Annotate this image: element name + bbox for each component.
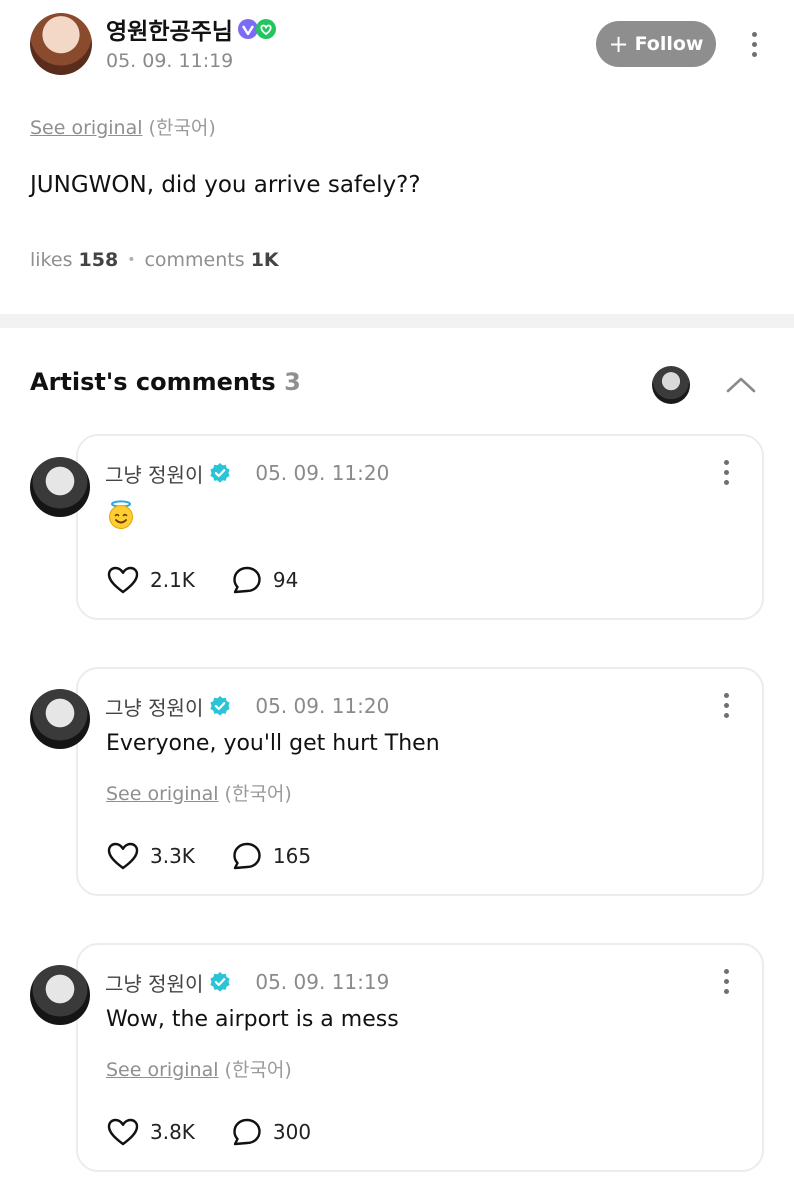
- comment-actions: 3.8K 300: [106, 1115, 311, 1149]
- post-author-name[interactable]: 영원한공주님: [106, 12, 233, 46]
- like-action[interactable]: 2.1K: [106, 565, 195, 595]
- separator-dot: •: [127, 252, 136, 268]
- post-author-row: 영원한공주님: [106, 12, 277, 46]
- heart-icon: [107, 566, 139, 594]
- comment-see-original-link[interactable]: See original: [106, 1059, 219, 1081]
- comments-count[interactable]: 1K: [251, 249, 279, 271]
- comment-header: 그냥 정원이 05. 09. 11:20: [105, 691, 389, 721]
- comment-original-language: (한국어): [224, 1059, 292, 1081]
- heart-icon: [107, 1118, 139, 1146]
- reply-action[interactable]: 165: [231, 841, 311, 871]
- comment-original-language: (한국어): [224, 783, 292, 805]
- comment-see-original-link[interactable]: See original: [106, 783, 219, 805]
- like-action[interactable]: 3.3K: [106, 841, 195, 871]
- membership-badges: [237, 18, 277, 40]
- artist-comments-count: 3: [284, 368, 301, 396]
- comment-text: Everyone, you'll get hurt Then: [106, 731, 440, 756]
- post-see-original-link[interactable]: See original: [30, 117, 143, 139]
- reply-count: 94: [272, 568, 299, 592]
- comment-header: 그냥 정원이 05. 09. 11:19: [105, 967, 389, 997]
- comment-actions: 3.3K 165: [106, 839, 311, 873]
- post-more-icon[interactable]: [742, 26, 766, 62]
- reply-action[interactable]: 94: [231, 565, 298, 595]
- post-body-text: JUNGWON, did you arrive safely??: [30, 172, 421, 198]
- reply-count: 300: [272, 1120, 312, 1144]
- artist-comments-title: Artist's comments 3: [30, 368, 301, 396]
- reply-action[interactable]: 300: [231, 1117, 311, 1147]
- comment-author-avatar[interactable]: [30, 689, 90, 749]
- comments-label: comments: [144, 249, 245, 271]
- artist-comments-label: Artist's comments: [30, 368, 276, 396]
- verified-icon: [210, 463, 230, 483]
- chevron-up-icon[interactable]: [724, 369, 758, 401]
- like-count: 2.1K: [150, 568, 195, 592]
- verified-icon: [210, 972, 230, 992]
- like-action[interactable]: 3.8K: [106, 1117, 195, 1147]
- reply-count: 165: [272, 844, 312, 868]
- comment-see-original: See original (한국어): [106, 779, 292, 806]
- likes-count[interactable]: 158: [79, 249, 119, 271]
- comment-author-name[interactable]: 그냥 정원이: [105, 692, 203, 721]
- post-stats: likes 158 • comments 1K: [30, 249, 279, 271]
- speech-bubble-icon: [233, 566, 261, 594]
- follow-button-label: Follow: [634, 33, 704, 55]
- likes-label: likes: [30, 249, 73, 271]
- post-see-original: See original (한국어): [30, 113, 216, 140]
- comment-more-icon[interactable]: [716, 689, 736, 721]
- artist-avatar[interactable]: [652, 366, 690, 404]
- heart-badge-icon: [255, 19, 276, 39]
- comment-more-icon[interactable]: [716, 456, 736, 488]
- speech-bubble-icon: [233, 842, 261, 870]
- smiling-face-with-halo-icon: [109, 500, 133, 529]
- comment-actions: 2.1K 94: [106, 563, 298, 597]
- comment-timestamp: 05. 09. 11:19: [255, 970, 390, 994]
- comment-author-name[interactable]: 그냥 정원이: [105, 968, 203, 997]
- comment-timestamp: 05. 09. 11:20: [255, 461, 390, 485]
- comment-author-avatar[interactable]: [30, 965, 90, 1025]
- like-count: 3.8K: [150, 1120, 195, 1144]
- like-count: 3.3K: [150, 844, 195, 868]
- comment-text: Wow, the airport is a mess: [106, 1007, 399, 1032]
- comment-see-original: See original (한국어): [106, 1055, 292, 1082]
- comment-more-icon[interactable]: [716, 965, 736, 997]
- post-original-language: (한국어): [148, 117, 216, 139]
- heart-icon: [107, 842, 139, 870]
- post-author-avatar[interactable]: [30, 13, 92, 75]
- comment-author-name[interactable]: 그냥 정원이: [105, 459, 203, 488]
- speech-bubble-icon: [233, 1118, 261, 1146]
- section-divider: [0, 314, 794, 328]
- comment-header: 그냥 정원이 05. 09. 11:20: [105, 458, 389, 488]
- follow-button[interactable]: + Follow: [596, 21, 716, 67]
- comment-timestamp: 05. 09. 11:20: [255, 694, 390, 718]
- post-timestamp: 05. 09. 11:19: [106, 50, 234, 72]
- verified-icon: [210, 696, 230, 716]
- plus-icon: +: [608, 30, 629, 58]
- comment-author-avatar[interactable]: [30, 457, 90, 517]
